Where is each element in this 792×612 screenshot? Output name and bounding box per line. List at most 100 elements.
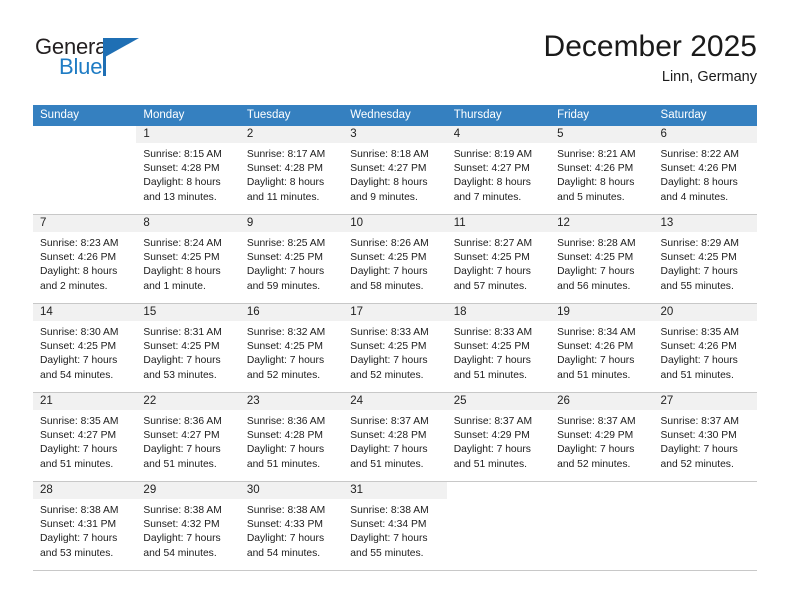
day-detail-line: Sunset: 4:26 PM xyxy=(660,341,737,353)
day-detail-line: Sunrise: 8:37 AM xyxy=(350,416,429,427)
calendar-day-cell[interactable]: 17 Sunrise: 8:33 AM Sunset: 4:25 PM Dayligh… xyxy=(343,304,447,392)
day-detail-line: Sunset: 4:34 PM xyxy=(350,519,427,531)
day-detail-line: Daylight: 8 hours xyxy=(557,177,635,189)
day-detail-line: Sunset: 4:28 PM xyxy=(246,430,323,442)
day-detail-line: Daylight: 8 hours xyxy=(660,177,738,189)
day-detail-line: Daylight: 7 hours xyxy=(246,533,325,545)
day-detail-line: Sunset: 4:25 PM xyxy=(40,341,117,353)
calendar-day-cell[interactable]: 7 Sunrise: 8:23 AM Sunset: 4:26 PM Daylight… xyxy=(33,215,137,303)
day-detail-line: and 51 minutes. xyxy=(40,458,114,470)
day-detail-line: and 51 minutes. xyxy=(143,458,217,470)
day-detail-line: and 51 minutes. xyxy=(660,369,734,381)
calendar-week-row: 28 Sunrise: 8:38 AM Sunset: 4:31 PM Dayligh… xyxy=(33,482,757,571)
calendar-day-cell[interactable]: 27 Sunrise: 8:37 AM Sunset: 4:30 PM Dayligh… xyxy=(653,393,757,481)
calendar-day-cell[interactable]: 19 Sunrise: 8:34 AM Sunset: 4:26 PM Dayligh… xyxy=(550,304,654,392)
calendar-day-cell[interactable]: 23 Sunrise: 8:36 AM Sunset: 4:28 PM Dayligh… xyxy=(239,393,344,481)
day-detail-line: Sunset: 4:25 PM xyxy=(453,252,530,264)
day-detail-line: Sunrise: 8:32 AM xyxy=(246,327,326,338)
day-detail-lines xyxy=(447,499,550,504)
day-detail-line: and 54 minutes. xyxy=(40,369,114,381)
day-detail-lines: Sunrise: 8:26 AM Sunset: 4:25 PM Daylight:… xyxy=(343,232,446,294)
calendar-day-cell[interactable]: 20 Sunrise: 8:35 AM Sunset: 4:26 PM Dayligh… xyxy=(653,304,757,392)
day-detail-line: Daylight: 7 hours xyxy=(557,266,635,278)
calendar-day-cell[interactable]: 9 Sunrise: 8:25 AM Sunset: 4:25 PM Daylight… xyxy=(239,215,344,303)
day-detail-line: and 56 minutes. xyxy=(557,280,631,292)
day-number: 27 xyxy=(653,393,757,410)
day-detail-line: Sunrise: 8:17 AM xyxy=(246,149,326,160)
calendar-day-cell[interactable]: 15 Sunrise: 8:31 AM Sunset: 4:25 PM Dayligh… xyxy=(136,304,240,392)
calendar-day-cell[interactable]: 8 Sunrise: 8:24 AM Sunset: 4:25 PM Daylight… xyxy=(136,215,240,303)
day-detail-line: Sunset: 4:26 PM xyxy=(557,341,634,353)
day-detail-lines: Sunrise: 8:38 AM Sunset: 4:33 PM Daylight:… xyxy=(240,499,343,561)
day-detail-lines: Sunrise: 8:38 AM Sunset: 4:34 PM Daylight:… xyxy=(343,499,446,561)
day-detail-line: Daylight: 7 hours xyxy=(453,444,531,456)
day-detail-line: Daylight: 7 hours xyxy=(143,444,221,456)
day-detail-line: Daylight: 7 hours xyxy=(40,355,118,367)
calendar-day-cell[interactable]: 5 Sunrise: 8:21 AM Sunset: 4:26 PM Daylight… xyxy=(550,126,654,214)
day-detail-line: Sunset: 4:27 PM xyxy=(143,430,220,442)
day-detail-lines: Sunrise: 8:24 AM Sunset: 4:25 PM Daylight:… xyxy=(136,232,239,294)
day-number: 16 xyxy=(239,304,344,321)
day-number xyxy=(653,482,757,499)
calendar-day-cell[interactable]: 13 Sunrise: 8:29 AM Sunset: 4:25 PM Dayligh… xyxy=(653,215,757,303)
calendar-day-cell[interactable]: 16 Sunrise: 8:32 AM Sunset: 4:25 PM Dayligh… xyxy=(239,304,344,392)
day-number: 12 xyxy=(550,215,654,232)
calendar-day-cell[interactable]: 28 Sunrise: 8:38 AM Sunset: 4:31 PM Dayligh… xyxy=(33,482,137,570)
day-detail-lines: Sunrise: 8:27 AM Sunset: 4:25 PM Daylight:… xyxy=(447,232,550,294)
day-detail-line: Sunrise: 8:19 AM xyxy=(453,149,533,160)
day-detail-line: Sunrise: 8:15 AM xyxy=(143,149,222,160)
day-detail-lines: Sunrise: 8:35 AM Sunset: 4:27 PM Daylight:… xyxy=(33,410,136,472)
calendar-day-cell[interactable]: 10 Sunrise: 8:26 AM Sunset: 4:25 PM Dayligh… xyxy=(343,215,447,303)
calendar-day-cell[interactable]: 14 Sunrise: 8:30 AM Sunset: 4:25 PM Dayligh… xyxy=(33,304,137,392)
calendar-day-cell-empty xyxy=(446,482,551,570)
page-header: General Blue December 2025 Linn, Germany xyxy=(33,30,757,100)
day-detail-lines: Sunrise: 8:36 AM Sunset: 4:28 PM Daylight:… xyxy=(240,410,343,472)
day-number: 23 xyxy=(239,393,344,410)
day-number: 11 xyxy=(446,215,551,232)
day-detail-line: Sunrise: 8:28 AM xyxy=(557,238,636,249)
day-detail-line: Sunrise: 8:26 AM xyxy=(350,238,429,249)
day-detail-line: Daylight: 8 hours xyxy=(143,266,221,278)
calendar-day-cell[interactable]: 30 Sunrise: 8:38 AM Sunset: 4:33 PM Dayligh… xyxy=(239,482,344,570)
day-detail-line: Sunrise: 8:23 AM xyxy=(40,238,119,249)
day-detail-line: Sunrise: 8:38 AM xyxy=(246,505,326,516)
day-detail-lines: Sunrise: 8:31 AM Sunset: 4:25 PM Daylight:… xyxy=(136,321,239,383)
day-detail-line: and 55 minutes. xyxy=(660,280,734,292)
day-number: 25 xyxy=(446,393,551,410)
calendar-day-cell[interactable]: 4 Sunrise: 8:19 AM Sunset: 4:27 PM Daylight… xyxy=(446,126,551,214)
calendar-day-cell[interactable]: 12 Sunrise: 8:28 AM Sunset: 4:25 PM Dayligh… xyxy=(550,215,654,303)
calendar-day-cell[interactable]: 21 Sunrise: 8:35 AM Sunset: 4:27 PM Dayligh… xyxy=(33,393,137,481)
calendar-day-cell[interactable]: 18 Sunrise: 8:33 AM Sunset: 4:25 PM Dayligh… xyxy=(446,304,551,392)
day-number: 29 xyxy=(136,482,240,499)
day-detail-line: Sunrise: 8:31 AM xyxy=(143,327,222,338)
day-detail-lines: Sunrise: 8:34 AM Sunset: 4:26 PM Daylight:… xyxy=(550,321,653,383)
day-detail-lines: Sunrise: 8:28 AM Sunset: 4:25 PM Daylight:… xyxy=(550,232,653,294)
calendar-day-cell[interactable]: 25 Sunrise: 8:37 AM Sunset: 4:29 PM Dayligh… xyxy=(446,393,551,481)
day-detail-line: Daylight: 7 hours xyxy=(660,266,738,278)
calendar-grid: Sunday Monday Tuesday Wednesday Thursday Frid… xyxy=(33,105,757,571)
day-detail-line: and 13 minutes. xyxy=(143,191,217,203)
calendar-day-cell[interactable]: 6 Sunrise: 8:22 AM Sunset: 4:26 PM Daylight… xyxy=(653,126,757,214)
calendar-day-cell[interactable]: 29 Sunrise: 8:38 AM Sunset: 4:32 PM Dayligh… xyxy=(136,482,240,570)
calendar-day-cell[interactable]: 3 Sunrise: 8:18 AM Sunset: 4:27 PM Daylight… xyxy=(343,126,447,214)
calendar-day-cell[interactable]: 31 Sunrise: 8:38 AM Sunset: 4:34 PM Dayligh… xyxy=(343,482,447,570)
calendar-day-cell[interactable]: 24 Sunrise: 8:37 AM Sunset: 4:28 PM Dayligh… xyxy=(343,393,447,481)
calendar-day-cell[interactable]: 2 Sunrise: 8:17 AM Sunset: 4:28 PM Daylight… xyxy=(239,126,344,214)
general-blue-logo[interactable]: General Blue xyxy=(33,36,163,88)
day-detail-line: Sunrise: 8:22 AM xyxy=(660,149,739,160)
day-detail-line: and 52 minutes. xyxy=(246,369,321,381)
day-detail-line: and 2 minutes. xyxy=(40,280,108,292)
day-detail-lines: Sunrise: 8:32 AM Sunset: 4:25 PM Daylight:… xyxy=(240,321,343,383)
calendar-day-cell[interactable]: 11 Sunrise: 8:27 AM Sunset: 4:25 PM Dayligh… xyxy=(446,215,551,303)
day-detail-line: Sunrise: 8:37 AM xyxy=(557,416,636,427)
weekday-header-tuesday: Tuesday xyxy=(246,109,291,121)
calendar-day-cell[interactable]: 26 Sunrise: 8:37 AM Sunset: 4:29 PM Dayligh… xyxy=(550,393,654,481)
calendar-day-cell[interactable]: 22 Sunrise: 8:36 AM Sunset: 4:27 PM Dayligh… xyxy=(136,393,240,481)
day-detail-line: Sunset: 4:25 PM xyxy=(246,341,323,353)
day-number: 15 xyxy=(136,304,240,321)
day-detail-line: Sunset: 4:32 PM xyxy=(143,519,220,531)
day-detail-line: Daylight: 8 hours xyxy=(350,177,428,189)
page-title: December 2025 xyxy=(543,30,757,63)
day-detail-line: Sunset: 4:27 PM xyxy=(40,430,117,442)
calendar-day-cell[interactable]: 1 Sunrise: 8:15 AM Sunset: 4:28 PM Daylight… xyxy=(136,126,240,214)
